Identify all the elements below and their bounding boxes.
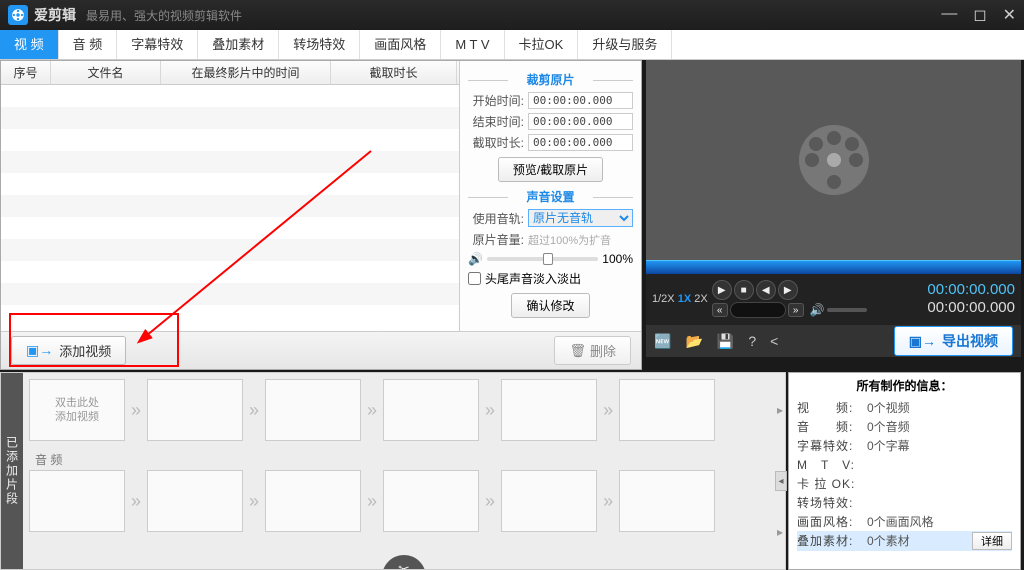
volume-slider[interactable] (487, 257, 598, 261)
duration-field[interactable]: 00:00:00.000 (528, 134, 633, 151)
title-bar: 爱剪辑 最易用、强大的视频剪辑软件 — ◻ ✕ (0, 0, 1024, 30)
close-icon[interactable]: ✕ (1003, 5, 1016, 25)
speed-selector[interactable]: 1/2X 1X 2X (652, 293, 708, 305)
crop-group-title: 裁剪原片 (468, 71, 633, 88)
trash-icon: 🗑 (569, 343, 586, 359)
audio-slot[interactable] (147, 470, 243, 532)
crop-panel: 裁剪原片 开始时间:00:00:00.000 结束时间:00:00:00.000… (459, 61, 641, 331)
jog-fwd-button[interactable]: » (788, 303, 804, 317)
chevron-right-icon: » (131, 400, 141, 421)
tab-transition[interactable]: 转场特效 (279, 30, 360, 59)
video-slot[interactable] (619, 379, 715, 441)
volume-value: 100% (602, 252, 633, 266)
audio-track-label: 使用音轨: (468, 210, 524, 227)
add-video-button[interactable]: ▣→ 添加视频 (11, 336, 126, 365)
next-frame-button[interactable]: ▶ (778, 280, 798, 300)
volume-hint: 超过100%为扩音 (528, 232, 633, 248)
open-icon[interactable]: 📂 (685, 333, 702, 350)
video-slot[interactable] (265, 379, 361, 441)
audio-slot[interactable] (501, 470, 597, 532)
app-logo-icon (8, 5, 28, 25)
delete-label: 删除 (590, 341, 616, 360)
preview-toolbar: 🆕 📂 💾 ? < ▣→ 导出视频 (646, 325, 1021, 357)
seek-bar[interactable] (646, 260, 1021, 274)
volume-icon[interactable]: 🔊 (810, 303, 825, 317)
video-lane: 双击此处 添加视频 » » » » » (29, 379, 779, 441)
tab-upgrade[interactable]: 升级与服务 (578, 30, 672, 59)
audio-slot[interactable] (619, 470, 715, 532)
audio-slot[interactable] (29, 470, 125, 532)
video-slot[interactable]: 双击此处 添加视频 (29, 379, 125, 441)
panel-collapse-icon[interactable]: ◂ (775, 471, 787, 491)
save-icon[interactable]: 💾 (717, 333, 734, 350)
confirm-edit-button[interactable]: 确认修改 (511, 293, 589, 318)
maximize-icon[interactable]: ◻ (973, 5, 986, 25)
preview-crop-button[interactable]: 预览/截取原片 (498, 157, 603, 182)
timecode-current: 00:00:00.000 (927, 281, 1015, 299)
audio-track-select[interactable]: 原片无音轨 (528, 209, 633, 227)
fade-label: 头尾声音淡入淡出 (485, 270, 581, 287)
video-slot[interactable] (383, 379, 479, 441)
audio-lane: » » » » » (29, 470, 779, 532)
add-video-label: 添加视频 (59, 341, 111, 360)
export-icon: ▣→ (909, 333, 936, 350)
tab-mtv[interactable]: M T V (441, 30, 504, 59)
film-reel-icon (799, 125, 869, 195)
col-filename: 文件名 (51, 61, 161, 84)
video-slot[interactable] (501, 379, 597, 441)
start-time-field[interactable]: 00:00:00.000 (528, 92, 633, 109)
tab-karaoke[interactable]: 卡拉OK (505, 30, 579, 59)
preview-volume-slider[interactable] (827, 308, 867, 312)
sound-group-title: 声音设置 (468, 188, 633, 205)
audio-lane-label: 音 频 (35, 451, 779, 468)
edit-toolbar: ▣→ 添加视频 🗑 删除 (1, 331, 641, 369)
lane-scroll-right-icon[interactable]: ▸ (777, 403, 783, 417)
main-tabs: 视 频 音 频 字幕特效 叠加素材 转场特效 画面风格 M T V 卡拉OK 升… (0, 30, 1024, 60)
col-finaltime: 在最终影片中的时间 (161, 61, 331, 84)
jog-wheel[interactable] (730, 302, 786, 318)
share-icon[interactable]: < (770, 333, 778, 349)
scissor-button[interactable]: ✂ (382, 555, 426, 569)
tab-subtitle[interactable]: 字幕特效 (117, 30, 198, 59)
add-video-icon: ▣→ (26, 342, 53, 359)
play-button[interactable]: ▶ (712, 280, 732, 300)
app-tagline: 最易用、强大的视频剪辑软件 (86, 7, 242, 24)
detail-button[interactable]: 详细 (972, 532, 1012, 550)
timeline-strip: 已添加片段 双击此处 添加视频 » » » » » 音 频 » » » » » … (0, 372, 786, 570)
video-slot[interactable] (147, 379, 243, 441)
delete-button[interactable]: 🗑 删除 (554, 336, 631, 365)
end-time-field[interactable]: 00:00:00.000 (528, 113, 633, 130)
stop-button[interactable]: ■ (734, 280, 754, 300)
edit-pane: 序号 文件名 在最终影片中的时间 截取时长 裁剪原片 开始时间:00:00:00… (0, 60, 642, 370)
new-icon[interactable]: 🆕 (654, 333, 671, 350)
start-time-label: 开始时间: (468, 92, 524, 109)
app-name: 爱剪辑 (34, 5, 76, 25)
col-duration: 截取时长 (331, 61, 457, 84)
minimize-icon[interactable]: — (941, 5, 957, 25)
jog-back-button[interactable]: « (712, 303, 728, 317)
speaker-icon[interactable]: 🔊 (468, 252, 483, 266)
timeline-side-label: 已添加片段 (1, 373, 23, 569)
lane-scroll-right-icon[interactable]: ▸ (777, 525, 783, 539)
project-info-panel: ◂ 所有制作的信息： 视 频:0个视频 音 频:0个音频 字幕特效:0个字幕 M… (788, 372, 1021, 570)
duration-label: 截取时长: (468, 134, 524, 151)
video-preview[interactable] (646, 60, 1021, 260)
info-title: 所有制作的信息： (797, 377, 1012, 394)
timecode-total: 00:00:00.000 (927, 299, 1015, 317)
export-label: 导出视频 (942, 331, 998, 351)
tab-style[interactable]: 画面风格 (360, 30, 441, 59)
col-index: 序号 (1, 61, 51, 84)
tab-audio[interactable]: 音 频 (59, 30, 118, 59)
tab-video[interactable]: 视 频 (0, 30, 59, 59)
end-time-label: 结束时间: (468, 113, 524, 130)
audio-slot[interactable] (383, 470, 479, 532)
fade-checkbox[interactable] (468, 272, 481, 285)
audio-slot[interactable] (265, 470, 361, 532)
help-icon[interactable]: ? (748, 333, 756, 349)
playback-controls: 1/2X 1X 2X ▶ ■ ◀ ▶ « » 🔊 (646, 260, 1021, 325)
export-video-button[interactable]: ▣→ 导出视频 (894, 326, 1013, 356)
volume-label: 原片音量: (468, 231, 524, 248)
tab-overlay[interactable]: 叠加素材 (198, 30, 279, 59)
prev-frame-button[interactable]: ◀ (756, 280, 776, 300)
